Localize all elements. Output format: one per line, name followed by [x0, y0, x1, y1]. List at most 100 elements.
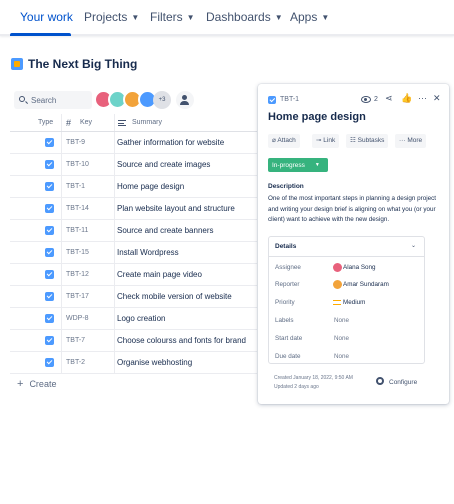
column-divider [114, 198, 115, 219]
table-row[interactable]: TBT-15 Install Wordpress [10, 242, 257, 264]
issue-summary[interactable]: Create main page video [117, 270, 202, 279]
table-row[interactable]: TBT-1 Home page design [10, 176, 257, 198]
subtasks-button[interactable]: ☷ Subtasks [346, 134, 389, 148]
assignee-avatar [333, 263, 342, 272]
issue-summary[interactable]: Organise webhosting [117, 358, 192, 367]
start-date-value[interactable]: None [334, 335, 349, 342]
nav-your-work[interactable]: Your work [20, 10, 73, 24]
column-header-key[interactable]: Key [80, 119, 92, 126]
issue-summary[interactable]: Choose colourss and fonts for brand [117, 336, 246, 345]
issue-key[interactable]: TBT-1 [280, 96, 299, 103]
column-divider [114, 220, 115, 241]
reporter-value[interactable]: Amar Sundaram [343, 281, 389, 288]
chevron-down-icon[interactable]: ⌄ [411, 242, 416, 249]
issue-summary[interactable]: Plan website layout and structure [117, 204, 235, 213]
search-icon [19, 96, 25, 102]
table-row[interactable]: TBT-14 Plan website layout and structure [10, 198, 257, 220]
issue-summary[interactable]: Gather information for website [117, 138, 224, 147]
table-row[interactable]: TBT-10 Source and create images [10, 154, 257, 176]
assignee-label: Assignee [275, 264, 301, 271]
link-button[interactable]: ⊸ Link [312, 134, 340, 148]
create-button[interactable]: + Create [17, 378, 56, 390]
issue-key[interactable]: TBT-10 [66, 161, 89, 168]
table-row[interactable]: TBT-17 Check mobile version of website [10, 286, 257, 308]
issue-key[interactable]: TBT-9 [66, 139, 85, 146]
details-heading[interactable]: Details [275, 243, 296, 250]
column-divider [61, 286, 62, 307]
add-person-icon[interactable] [176, 91, 194, 109]
issue-summary[interactable]: Logo creation [117, 314, 165, 323]
search-input[interactable] [31, 93, 89, 107]
create-label: Create [29, 379, 57, 389]
issue-key[interactable]: TBT-2 [66, 359, 85, 366]
table-row[interactable]: TBT-12 Create main page video [10, 264, 257, 286]
labels-value[interactable]: None [334, 317, 349, 324]
nav-projects[interactable]: Projects ▼ [84, 10, 139, 24]
created-timestamp: Created January 18, 2022, 9:50 AM [274, 375, 353, 381]
table-body: TBT-9 Gather information for website TBT-1… [10, 132, 257, 374]
description-text[interactable]: One of the most important steps in plann… [268, 194, 444, 226]
column-divider [114, 330, 115, 351]
close-icon[interactable]: ✕ [433, 93, 441, 104]
details-section: Details ⌄ Assignee Alana Song Reporter A… [268, 236, 425, 364]
table-row[interactable]: TBT-9 Gather information for website [10, 132, 257, 154]
issue-detail-panel: TBT-1 2 ⋖ 👍 ··· ✕ Home page design ⌀ Att… [258, 84, 449, 404]
watch-count: 2 [374, 96, 378, 103]
configure-button[interactable]: Configure [376, 377, 417, 386]
issue-summary[interactable]: Source and create images [117, 160, 210, 169]
nav-apps[interactable]: Apps ▼ [290, 10, 329, 24]
issue-summary[interactable]: Install Wordpress [117, 248, 179, 257]
issue-summary[interactable]: Home page design [117, 182, 184, 191]
issue-title[interactable]: Home page design [268, 111, 366, 123]
issue-summary[interactable]: Check mobile version of website [117, 292, 232, 301]
nav-filters[interactable]: Filters ▼ [150, 10, 195, 24]
table-row[interactable]: TBT-7 Choose colourss and fonts for brand [10, 330, 257, 352]
issue-key[interactable]: TBT-11 [66, 227, 88, 234]
issue-key[interactable]: TBT-17 [66, 293, 89, 300]
task-type-icon [45, 182, 54, 191]
more-options-icon[interactable]: ··· [418, 93, 427, 103]
table-row[interactable]: WDP-8 Logo creation [10, 308, 257, 330]
divider [269, 256, 424, 257]
issue-key[interactable]: TBT-12 [66, 271, 89, 278]
column-divider [114, 242, 115, 263]
hash-icon: # [66, 118, 72, 128]
column-divider [61, 132, 62, 153]
issue-key[interactable]: WDP-8 [66, 315, 89, 322]
issue-key[interactable]: TBT-7 [66, 337, 85, 344]
more-avatars-badge[interactable]: +3 [153, 91, 171, 109]
attach-button[interactable]: ⌀ Attach [268, 134, 300, 148]
priority-value[interactable]: Medium [343, 299, 365, 306]
chevron-down-icon: ▼ [186, 13, 195, 22]
more-button[interactable]: ··· More [395, 134, 427, 148]
top-navigation: Your work Projects ▼ Filters ▼ Dashboards ▼… [0, 0, 454, 36]
priority-label: Priority [275, 299, 295, 306]
thumbs-up-icon[interactable]: 👍 [401, 93, 412, 104]
column-divider [61, 352, 62, 373]
search-box[interactable] [14, 91, 92, 109]
chevron-down-icon: ▼ [131, 13, 140, 22]
eye-icon[interactable] [361, 96, 371, 103]
issue-key[interactable]: TBT-15 [66, 249, 89, 256]
issue-key[interactable]: TBT-14 [66, 205, 89, 212]
chevron-down-icon: ▼ [274, 13, 283, 22]
issue-key[interactable]: TBT-1 [66, 183, 85, 190]
status-dropdown[interactable]: In-progress ▼ [268, 158, 328, 172]
column-divider [114, 132, 115, 153]
due-date-value[interactable]: None [334, 353, 349, 360]
table-row[interactable]: TBT-11 Source and create banners [10, 220, 257, 242]
column-divider [61, 330, 62, 351]
issue-summary[interactable]: Source and create banners [117, 226, 214, 235]
table-row[interactable]: TBT-2 Organise webhosting [10, 352, 257, 374]
issue-table: Type # Key Summary TBT-9 Gather informati… [10, 114, 257, 374]
column-header-type[interactable]: Type [38, 119, 53, 126]
nav-dashboards[interactable]: Dashboards ▼ [206, 10, 283, 24]
task-type-icon [45, 336, 54, 345]
column-divider [61, 154, 62, 175]
column-header-summary[interactable]: Summary [132, 119, 162, 126]
assignee-value[interactable]: Alana Song [343, 264, 376, 271]
project-icon [11, 58, 23, 70]
reporter-avatar [333, 280, 342, 289]
share-icon[interactable]: ⋖ [385, 93, 393, 104]
column-divider [114, 154, 115, 175]
